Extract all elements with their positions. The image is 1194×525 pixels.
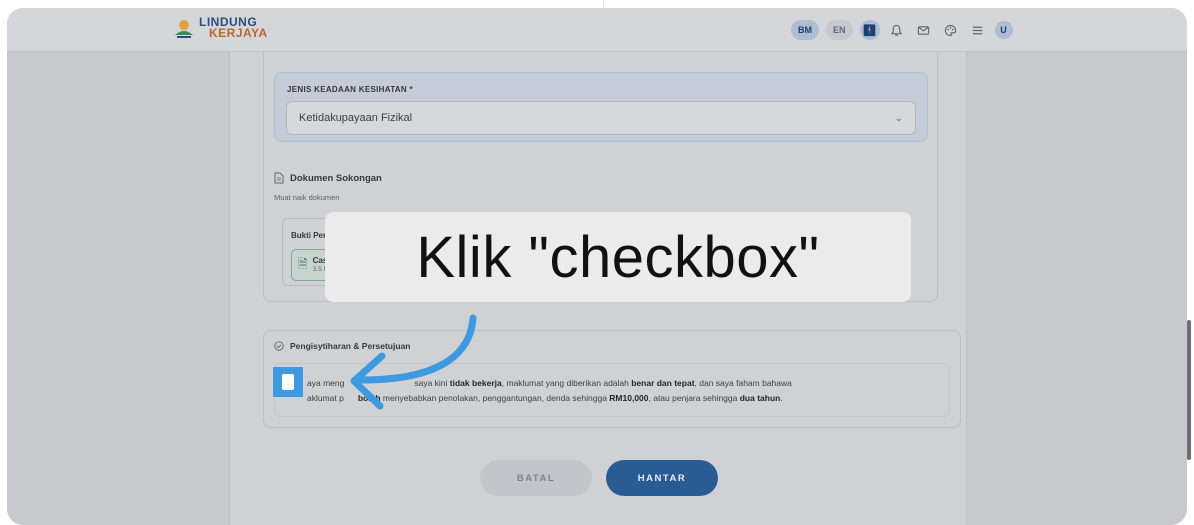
condition-group: JENIS KEADAAN KESIHATAN * Ketidakupayaan…	[274, 72, 928, 142]
checkbox-square[interactable]	[281, 373, 295, 391]
lang-en-button[interactable]: EN	[826, 20, 853, 40]
decl-l1d: , dan saya faham bahawa	[694, 378, 792, 388]
logo-mark-icon	[175, 20, 193, 38]
docs-title-text: Dokumen Sokongan	[290, 172, 382, 184]
top-divider	[603, 0, 604, 8]
header-actions: BM EN 🚹︎ U	[791, 20, 1013, 40]
condition-select[interactable]: Ketidakupayaan Fizikal ⌄	[286, 101, 916, 135]
logo-line2: KERJAYA	[209, 26, 268, 40]
avatar[interactable]: U	[994, 21, 1013, 39]
declaration-box: aya meng saya kini tidak bekerja, makluma…	[274, 363, 950, 417]
form-actions: BATAL HANTAR	[230, 460, 968, 496]
chevron-down-icon: ⌄	[894, 112, 903, 124]
decl-l2c: , atau penjara sehingga	[648, 393, 740, 403]
upload-label: Bukti Per	[291, 231, 327, 240]
decl-l1c: , maklumat yang diberikan adalah	[501, 378, 632, 388]
declaration-title: Pengisytiharan & Persetujuan	[274, 341, 410, 351]
docs-subtitle: Muat naik dokumen	[274, 193, 340, 202]
lang-bm-button[interactable]: BM	[791, 20, 819, 40]
decl-l2-bold1: boleh	[357, 393, 381, 403]
instruction-callout: Klik "checkbox"	[325, 212, 911, 302]
cancel-button[interactable]: BATAL	[480, 460, 592, 496]
logo[interactable]: LINDUNG KERJAYA	[173, 16, 268, 40]
menu-icon[interactable]	[968, 20, 988, 40]
decl-l2-bold2: RM10,000	[609, 393, 649, 403]
decl-l2d: .	[780, 393, 783, 403]
decl-l1-bold1: tidak bekerja	[449, 378, 502, 388]
decl-l1a: aya meng	[307, 378, 345, 388]
decl-l2b: menyebabkan penolakan, penggantungan, de…	[380, 393, 610, 403]
bell-icon[interactable]	[887, 20, 907, 40]
condition-value: Ketidakupayaan Fizikal	[299, 112, 413, 124]
declaration-section: Pengisytiharan & Persetujuan aya meng say…	[263, 330, 961, 428]
decl-l1-bold2: benar dan tepat	[631, 378, 695, 388]
decl-l2-bold3: dua tahun	[739, 393, 781, 403]
file-icon: 🗎︎	[298, 256, 308, 271]
declaration-title-text: Pengisytiharan & Persetujuan	[290, 341, 411, 351]
document-icon	[274, 172, 284, 184]
mail-icon[interactable]	[914, 20, 934, 40]
instruction-text: Klik "checkbox"	[416, 224, 820, 290]
shield-check-icon	[274, 341, 284, 351]
accessibility-icon[interactable]: 🚹︎	[859, 20, 880, 40]
decl-l2a: aklumat p	[307, 393, 344, 403]
declaration-text: aya meng saya kini tidak bekerja, makluma…	[307, 376, 939, 406]
palette-icon[interactable]	[941, 20, 961, 40]
agree-checkbox[interactable]	[273, 367, 303, 397]
scrollbar[interactable]	[1187, 320, 1191, 460]
decl-l1b: saya kini	[414, 378, 450, 388]
submit-button[interactable]: HANTAR	[606, 460, 718, 496]
screen: LINDUNG KERJAYA BM EN 🚹︎ U JENIS KEADAAN…	[0, 0, 1194, 525]
condition-label: JENIS KEADAAN KESIHATAN *	[287, 85, 413, 94]
top-header: LINDUNG KERJAYA BM EN 🚹︎ U	[7, 8, 1187, 52]
docs-title: Dokumen Sokongan	[274, 172, 382, 184]
